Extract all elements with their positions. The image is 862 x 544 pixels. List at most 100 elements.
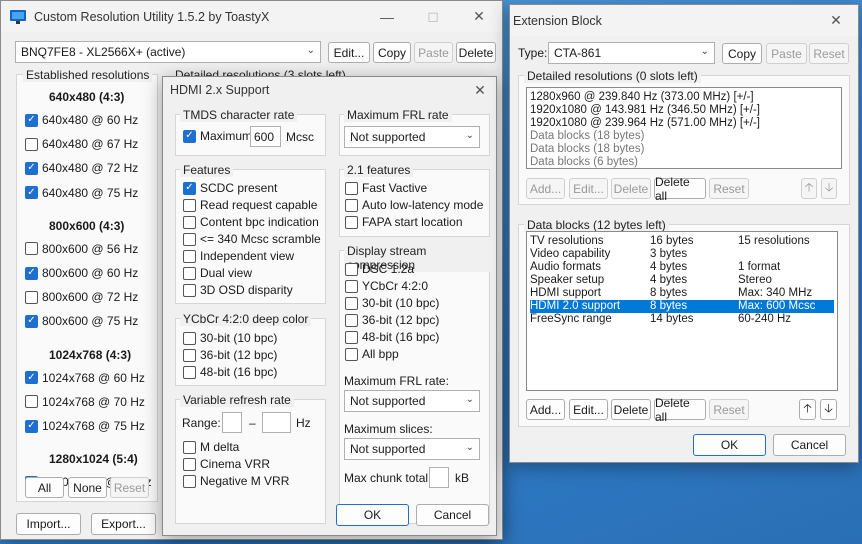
- table-row[interactable]: HDMI support 8 bytes Max: 340 MHz: [530, 287, 834, 300]
- datablock-size: 14 bytes: [650, 313, 694, 325]
- resolution-checkbox[interactable]: ✓ 640x480 @ 60 Hz: [25, 113, 138, 127]
- vrr-checkbox[interactable]: Cinema VRR: [183, 457, 270, 471]
- ext-copy-button[interactable]: Copy: [722, 43, 762, 64]
- db-reset-button[interactable]: Reset: [709, 399, 749, 420]
- range-max-input[interactable]: [262, 412, 291, 433]
- table-row[interactable]: FreeSync range 14 bytes 60-240 Hz: [530, 313, 834, 326]
- f21-checkbox[interactable]: Auto low-latency mode: [345, 198, 483, 212]
- none-button[interactable]: None: [68, 477, 107, 498]
- feature-checkbox[interactable]: 3D OSD disparity: [183, 283, 293, 297]
- resolution-checkbox[interactable]: ✓ 800x600 @ 75 Hz: [25, 314, 138, 328]
- ext-det-delete-all-button[interactable]: Delete all: [654, 175, 706, 203]
- dsc-checkbox[interactable]: YCbCr 4:2:0: [345, 279, 428, 293]
- export-button[interactable]: Export...: [91, 513, 156, 535]
- f21-checkbox[interactable]: FAPA start location: [345, 215, 463, 229]
- hdmi-ok-button[interactable]: OK: [336, 504, 409, 526]
- ext-det-reset-button[interactable]: Reset: [709, 178, 749, 199]
- checkbox-empty-icon: [183, 232, 196, 246]
- ycbcr-checkbox[interactable]: 30-bit (10 bpc): [183, 331, 277, 345]
- f21-checkbox[interactable]: Fast Vactive: [345, 181, 427, 195]
- list-item[interactable]: Data blocks (18 bytes): [530, 143, 838, 156]
- table-row[interactable]: Video capability 3 bytes: [530, 248, 834, 261]
- maximum-checkbox[interactable]: ✓ Maximum:: [183, 129, 255, 143]
- established-title: Established resolutions: [23, 68, 153, 82]
- list-item[interactable]: Data blocks (6 bytes): [530, 156, 838, 169]
- main-copy-button[interactable]: Copy: [373, 42, 411, 63]
- resolution-checkbox[interactable]: ✓ 800x600 @ 60 Hz: [25, 266, 138, 280]
- ycbcr-checkbox[interactable]: 36-bit (12 bpc): [183, 348, 277, 362]
- close-icon[interactable]: ✕: [456, 1, 502, 32]
- ext-titlebar[interactable]: Extension Block: [510, 5, 858, 36]
- resolution-checkbox[interactable]: ✓ 640x480 @ 75 Hz: [25, 186, 138, 200]
- type-select[interactable]: CTA-861 ⌄: [548, 42, 715, 64]
- db-down-button[interactable]: 🡣: [820, 399, 837, 420]
- ext-det-down-button[interactable]: 🡣: [821, 178, 837, 199]
- resolution-checkbox[interactable]: 800x600 @ 56 Hz: [25, 242, 138, 256]
- ext-det-add-button[interactable]: Add...: [526, 178, 565, 199]
- vrr-checkbox[interactable]: Negative M VRR: [183, 474, 289, 488]
- db-add-button[interactable]: Add...: [526, 399, 565, 420]
- feature-checkbox[interactable]: Content bpc indication: [183, 215, 319, 229]
- dsc-checkbox[interactable]: 48-bit (16 bpc): [345, 330, 439, 344]
- list-item[interactable]: Data blocks (18 bytes): [530, 130, 838, 143]
- main-paste-button[interactable]: Paste: [414, 42, 453, 63]
- feature-checkbox[interactable]: Read request capable: [183, 198, 317, 212]
- resolution-checkbox[interactable]: 800x600 @ 72 Hz: [25, 290, 138, 304]
- ext-det-up-button[interactable]: 🡡: [801, 178, 817, 199]
- resolution-checkbox[interactable]: ✓ 1024x768 @ 75 Hz: [25, 419, 145, 433]
- feature-checkbox[interactable]: ✓ SCDC present: [183, 181, 277, 195]
- db-delete-all-button[interactable]: Delete all: [654, 396, 706, 424]
- hdmi-close-icon[interactable]: ✕: [463, 77, 497, 103]
- checkbox-empty-icon: [183, 365, 196, 379]
- minimize-icon[interactable]: —: [364, 1, 410, 32]
- main-title: Custom Resolution Utility 1.5.2 by Toast…: [34, 9, 270, 24]
- dsc-checkbox[interactable]: DSC 1.2a: [345, 262, 414, 276]
- table-row[interactable]: Audio formats 4 bytes 1 format: [530, 261, 834, 274]
- db-delete-button[interactable]: Delete: [611, 399, 651, 420]
- ext-paste-button[interactable]: Paste: [766, 43, 807, 64]
- dsc-checkbox[interactable]: 36-bit (12 bpc): [345, 313, 439, 327]
- feature-checkbox[interactable]: Independent view: [183, 249, 294, 263]
- vrr-checkbox[interactable]: M delta: [183, 440, 239, 454]
- list-item[interactable]: 1920x1080 @ 239.964 Hz (571.00 MHz) [+/-…: [530, 117, 838, 130]
- main-delete-button[interactable]: Delete: [456, 42, 496, 63]
- ext-ok-button[interactable]: OK: [693, 434, 766, 456]
- resolution-checkbox[interactable]: 640x480 @ 67 Hz: [25, 137, 138, 151]
- list-item[interactable]: 1920x1080 @ 143.981 Hz (346.50 MHz) [+/-…: [530, 104, 838, 117]
- ycbcr-checkbox[interactable]: 48-bit (16 bpc): [183, 365, 277, 379]
- db-edit-button[interactable]: Edit...: [569, 399, 608, 420]
- ext-close-icon[interactable]: ✕: [813, 5, 859, 36]
- table-row[interactable]: Speaker setup 4 bytes Stereo: [530, 274, 834, 287]
- reset-button[interactable]: Reset: [110, 477, 149, 498]
- chunk-input[interactable]: [429, 467, 449, 488]
- ext-det-delete-button[interactable]: Delete: [611, 178, 651, 199]
- dsc-checkbox[interactable]: 30-bit (10 bpc): [345, 296, 439, 310]
- hdmi-titlebar[interactable]: HDMI 2.x Support: [163, 77, 496, 103]
- monitor-select[interactable]: BNQ7FE8 - XL2566X+ (active) ⌄: [15, 41, 321, 63]
- slices-select[interactable]: Not supported ⌄: [344, 438, 480, 460]
- import-button[interactable]: Import...: [16, 513, 81, 535]
- ext-detailed-list[interactable]: 1280x960 @ 239.840 Hz (373.00 MHz) [+/-]…: [526, 87, 842, 169]
- ext-cancel-button[interactable]: Cancel: [773, 434, 846, 456]
- ext-det-edit-button[interactable]: Edit...: [569, 178, 608, 199]
- list-item[interactable]: 1280x960 @ 239.840 Hz (373.00 MHz) [+/-]: [530, 91, 838, 104]
- max-tmds-input[interactable]: 600: [250, 126, 281, 147]
- feature-checkbox[interactable]: <= 340 Mcsc scramble: [183, 232, 321, 246]
- dsc-frl-select[interactable]: Not supported ⌄: [344, 390, 480, 412]
- feature-checkbox[interactable]: Dual view: [183, 266, 252, 280]
- datablocks-list[interactable]: TV resolutions 16 bytes 15 resolutions Vide…: [526, 231, 838, 391]
- dsc-checkbox[interactable]: All bpp: [345, 347, 399, 361]
- frl-select[interactable]: Not supported ⌄: [344, 126, 480, 148]
- db-up-button[interactable]: 🡡: [799, 399, 816, 420]
- resolution-checkbox[interactable]: 1024x768 @ 70 Hz: [25, 395, 145, 409]
- range-min-input[interactable]: [222, 412, 242, 433]
- resolution-checkbox[interactable]: ✓ 1024x768 @ 60 Hz: [25, 371, 145, 385]
- table-row[interactable]: HDMI 2.0 support 8 bytes Max: 600 Mcsc: [530, 300, 834, 313]
- table-row[interactable]: TV resolutions 16 bytes 15 resolutions: [530, 235, 834, 248]
- all-button[interactable]: All: [25, 477, 64, 498]
- ext-reset-button[interactable]: Reset: [809, 43, 849, 64]
- hdmi-cancel-button[interactable]: Cancel: [416, 504, 489, 526]
- resolution-checkbox[interactable]: ✓ 640x480 @ 72 Hz: [25, 161, 138, 175]
- main-edit-button[interactable]: Edit...: [328, 42, 370, 63]
- checkbox-empty-icon: [183, 440, 196, 454]
